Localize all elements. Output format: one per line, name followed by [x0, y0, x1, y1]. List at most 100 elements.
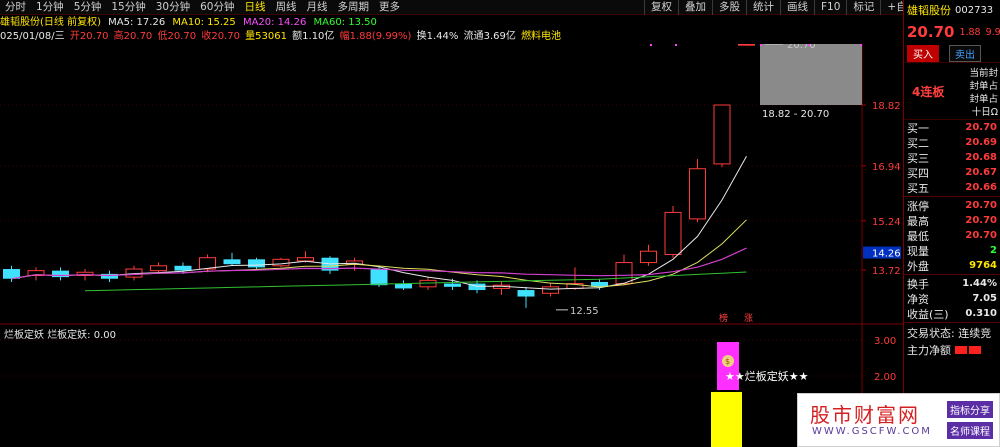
quote-row: 现量 2 — [904, 243, 1000, 258]
bang-marker: 榜 — [719, 312, 728, 324]
quote-value: 20.70 — [965, 200, 997, 211]
quote-row: 买二 20.69 — [904, 135, 1000, 150]
kline-chart[interactable]: 18.82 16.94 15.24 13.72 14.26 20.70 18.82 - 20… — [0, 40, 903, 447]
quote-label: 买四 — [907, 166, 929, 180]
quote-label: 收益(三) — [907, 307, 949, 321]
quote-label: 买二 — [907, 136, 929, 150]
lianban-label: 4连板 — [912, 85, 945, 99]
limit-up-highlight — [760, 43, 862, 105]
period-tab[interactable]: 1分钟 — [31, 0, 69, 15]
quote-row: 收益(三) 0.310 — [904, 306, 1000, 321]
float-value: 流通3.69亿 — [463, 31, 516, 42]
candle-body — [517, 290, 535, 297]
candle-body — [640, 250, 657, 264]
signal-dot — [808, 44, 810, 46]
quote-value: 20.70 — [965, 215, 997, 226]
toolbar-button[interactable]: 叠加 — [678, 0, 712, 15]
ma5-value: MA5: 17.26 — [108, 17, 166, 28]
main-flow-bar — [955, 345, 981, 354]
toolbar-button[interactable]: 画线 — [780, 0, 814, 15]
quote-label: 最低 — [907, 229, 929, 243]
site-watermark[interactable]: 股市财富网 WWW.GSCFW.COM 指标分享 名师课程 — [797, 393, 1000, 447]
price-axis-label: 18.82 — [872, 101, 901, 112]
candle-body — [395, 283, 412, 289]
period-tab[interactable]: 周线 — [271, 0, 302, 15]
quote-label: 现量 — [907, 244, 929, 258]
indicator-signal-label: ★★烂板定妖★★ — [725, 369, 809, 383]
stock-name: 雄韬股份 — [907, 4, 951, 17]
quote-row: 买三 20.68 — [904, 150, 1000, 165]
zhang-marker: 涨 — [744, 313, 753, 324]
watermark-url: WWW.GSCFW.COM — [812, 426, 932, 437]
quote-label: 买三 — [907, 151, 929, 165]
period-tab[interactable]: 5分钟 — [69, 0, 107, 15]
period-tab[interactable]: 分时 — [0, 0, 31, 15]
stock-title[interactable]: 雄韬股份(日线 前复权) — [0, 17, 101, 28]
quote-value: 20.67 — [965, 167, 997, 178]
period-tab[interactable]: 60分钟 — [195, 0, 239, 15]
quote-label: 涨停 — [907, 199, 929, 213]
candle-body — [223, 259, 241, 265]
watermark-tag-course[interactable]: 名师课程 — [947, 422, 993, 439]
period-tab[interactable]: 15分钟 — [106, 0, 150, 15]
volume-value: 量53061 — [245, 31, 287, 42]
quote-value: 7.05 — [972, 293, 997, 304]
candle-body — [248, 259, 265, 268]
signal-dot — [760, 44, 762, 46]
period-tab[interactable]: 更多 — [374, 0, 405, 15]
quote-value: 0.310 — [965, 308, 997, 319]
ma20-value: MA20: 14.26 — [242, 17, 307, 28]
seal-info-line: 十日Ω — [971, 107, 998, 118]
quote-value: 20.68 — [965, 152, 997, 163]
toolbar-button[interactable]: 标记 — [846, 0, 880, 15]
toolbar-button[interactable]: 复权 — [644, 0, 678, 15]
toolbar-button[interactable]: 多股 — [712, 0, 746, 15]
candle-body — [174, 265, 192, 271]
seal-info-line: 封单占 — [969, 94, 998, 105]
seal-info: 当前封 封单占 封单占 十日Ω — [969, 67, 998, 119]
quote-value: 2 — [990, 245, 997, 256]
period-tab[interactable]: 多周期 — [333, 0, 375, 15]
period-tab[interactable]: 日线 — [240, 0, 271, 15]
sector-value[interactable]: 燃料电池 — [521, 31, 561, 42]
candle-body — [150, 265, 167, 272]
ma10-value: MA10: 15.25 — [172, 17, 236, 28]
high-price-label: 20.70 — [787, 44, 816, 51]
quote-row: 外盘 9764 — [904, 258, 1000, 273]
quote-row: 买一 20.70 — [904, 120, 1000, 135]
open-value: 开20.70 — [69, 31, 109, 42]
seal-info-line: 封单占 — [969, 81, 998, 92]
indicator-title: 烂板定妖 烂板定妖: 0.00 — [4, 326, 116, 341]
quote-label: 买五 — [907, 181, 929, 195]
period-tabs: 分时 1分钟 5分钟 15分钟 30分钟 60分钟 日线 周线 月线 多周期 更多 — [0, 0, 405, 15]
watermark-tag-indicator[interactable]: 指标分享 — [947, 401, 993, 418]
sell-button[interactable]: 卖出 — [949, 44, 981, 62]
watermark-title: 股市财富网 — [810, 403, 920, 427]
buy-button[interactable]: 买入 — [907, 44, 939, 62]
quote-value: 20.70 — [965, 122, 997, 133]
toolbar-button[interactable]: 统计 — [746, 0, 780, 15]
amount-value: 额1.10亿 — [292, 31, 335, 42]
quote-row: 涨停 20.70 — [904, 198, 1000, 213]
toolbar-button[interactable]: F10 — [814, 0, 846, 15]
period-tab[interactable]: 月线 — [302, 0, 333, 15]
candle-body — [272, 258, 290, 267]
money-bag-symbol: $ — [725, 357, 730, 366]
signal-dot — [675, 44, 677, 46]
quote-value: 20.66 — [965, 182, 997, 193]
quote-value: 1.44% — [962, 278, 997, 289]
divider — [904, 322, 1000, 323]
kline-svg[interactable]: 18.82 16.94 15.24 13.72 14.26 20.70 18.82 - 20… — [0, 40, 903, 447]
turnover-value: 换1.44% — [416, 31, 459, 42]
candle-body — [542, 286, 559, 294]
indicator-axis-label: 3.00 — [874, 336, 896, 347]
trade-status: 交易状态: 连续竞 — [907, 326, 992, 340]
stock-code: 002733 — [955, 4, 994, 16]
candle-body — [713, 104, 731, 165]
quote-value: 20.69 — [965, 137, 997, 148]
period-tab[interactable]: 30分钟 — [151, 0, 195, 15]
quote-row: 最高 20.70 — [904, 213, 1000, 228]
quote-label: 外盘 — [907, 259, 929, 273]
indicator-axis-label: 2.00 — [874, 372, 896, 383]
candle-body — [738, 43, 755, 46]
